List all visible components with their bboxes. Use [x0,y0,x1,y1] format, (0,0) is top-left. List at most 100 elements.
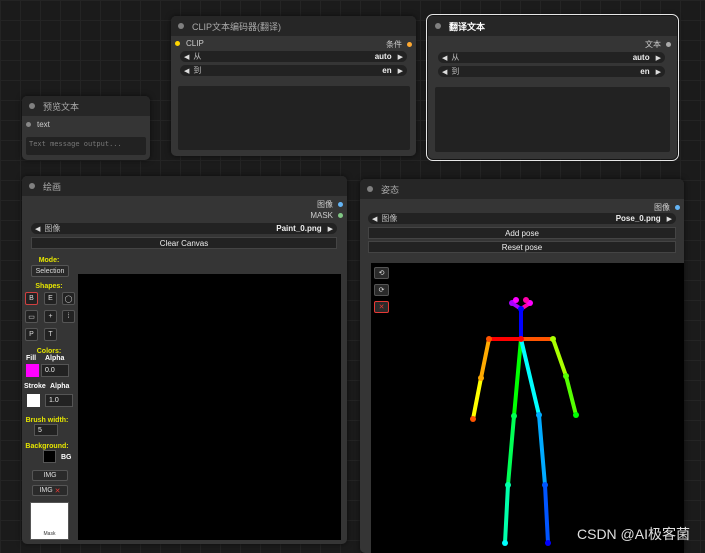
mode-label: Mode: [38,257,60,264]
node-title-bar[interactable]: 姿态 [360,179,684,199]
alpha-label: Alpha [45,355,65,362]
node-title-bar[interactable]: CLIP文本编码器(翻译) [171,16,416,36]
forearm-left [564,374,578,417]
input-socket[interactable] [175,41,180,46]
forearm-right [471,376,483,421]
arrow-left-icon[interactable]: ◀ [442,68,447,76]
stroke-label: Stroke [24,383,46,390]
preview-text-node[interactable]: 预览文本 text Text message output... [22,96,150,160]
translate-text-node[interactable]: 翻译文本 文本 ◀ 从 auto ▶ ◀ 到 en ▶ [426,14,679,161]
arrow-right-icon[interactable]: ▶ [667,215,672,223]
eraser-tool-button[interactable]: E [44,292,57,305]
circle-tool-button[interactable]: ◯ [62,292,75,305]
node-title-bar[interactable]: 预览文本 [22,96,150,116]
output-socket[interactable] [338,202,343,207]
stroke-alpha-input[interactable]: 1.0 [45,394,73,407]
text-input-slot[interactable]: text [26,120,50,129]
fill-color-swatch[interactable] [26,364,39,377]
conditioning-output-slot[interactable]: 条件 [386,39,412,50]
output-label: 条件 [386,40,402,49]
output-textarea[interactable]: Text message output... [26,137,146,155]
image-output-slot[interactable]: 图像 [654,202,680,213]
clip-translate-node[interactable]: CLIP文本编码器(翻译) CLIP 条件 ◀ 从 auto ▶ ◀ 到 en ▶ [171,16,416,156]
line-tool-button[interactable]: ⁞ [62,310,75,323]
node-title-bar[interactable]: 翻译文本 [428,16,677,36]
pencil-tool-button[interactable]: P [25,328,38,341]
stroke-color-swatch[interactable] [27,394,40,407]
collapse-dot[interactable] [178,23,184,29]
arrow-left-icon[interactable]: ◀ [372,215,377,223]
reset-pose-button[interactable]: Reset pose [368,241,676,253]
input-label: CLIP [186,39,204,48]
arrow-left-icon[interactable]: ◀ [35,225,40,233]
paint-node[interactable]: 绘画 图像 MASK ◀ 图像 Paint_0.png ▶ Clear Canvas … [22,176,347,544]
arrow-left-icon[interactable]: ◀ [184,53,189,61]
prompt-textarea[interactable] [178,86,410,150]
arrow-right-icon[interactable]: ▶ [656,54,661,62]
from-language-select[interactable]: ◀ 从 auto ▶ [180,51,407,62]
joint-ankle-left[interactable] [545,540,551,546]
arrow-left-icon[interactable]: ◀ [442,54,447,62]
output-socket[interactable] [407,42,412,47]
text-output-slot[interactable]: 文本 [645,39,671,50]
clear-canvas-button[interactable]: Clear Canvas [31,237,337,249]
node-title-bar[interactable]: 绘画 [22,176,347,196]
to-language-select[interactable]: ◀ 到 en ▶ [438,66,665,77]
from-language-select[interactable]: ◀ 从 auto ▶ [438,52,665,63]
fill-label: Fill [26,355,37,362]
add-pose-button[interactable]: Add pose [368,227,676,239]
mask-output-slot[interactable]: MASK [310,211,343,220]
image-output-slot[interactable]: 图像 [317,199,343,210]
selection-mode-button[interactable]: Selection [31,265,69,277]
joint-wrist-right[interactable] [470,416,476,422]
joint-elbow-right[interactable] [478,375,484,381]
collapse-dot[interactable] [29,183,35,189]
watermark-text: CSDN @AI极客菌 [577,526,690,542]
joint-ankle-right[interactable] [502,540,508,546]
arrow-left-icon[interactable]: ◀ [184,67,189,75]
joint-shoulder-right[interactable] [486,336,492,342]
collapse-dot[interactable] [29,103,35,109]
pose-node[interactable]: 姿态 图像 ◀ 图像 Pose_0.png ▶ Add pose Reset pose… [360,179,684,553]
arrow-right-icon[interactable]: ▶ [398,53,403,61]
joint-neck[interactable] [518,336,524,342]
image-select[interactable]: ◀ 图像 Paint_0.png ▶ [31,223,337,234]
thigh-right [506,414,516,487]
joint-shoulder-left[interactable] [550,336,556,342]
brush-tool-button[interactable]: B [25,292,38,305]
arrow-right-icon[interactable]: ▶ [328,225,333,233]
input-socket[interactable] [26,122,31,127]
collapse-dot[interactable] [367,186,373,192]
joint-hip-left[interactable] [536,412,542,418]
node-title: 绘画 [43,181,62,192]
arrow-right-icon[interactable]: ▶ [398,67,403,75]
collapse-dot[interactable] [435,23,441,29]
plus-tool-button[interactable]: + [44,310,57,323]
brush-width-input[interactable]: 5 [34,424,58,436]
joint-knee-left[interactable] [542,482,548,488]
image-select[interactable]: ◀ 图像 Pose_0.png ▶ [368,213,676,224]
output-socket[interactable] [338,213,343,218]
arrow-right-icon[interactable]: ▶ [656,68,661,76]
joint-ear-right[interactable] [513,297,519,303]
joint-knee-right[interactable] [505,482,511,488]
joint-elbow-left[interactable] [563,373,569,379]
text-textarea[interactable] [435,87,670,152]
load-image-button[interactable]: IMG [32,470,68,481]
joint-ear-left[interactable] [523,297,529,303]
pose-canvas[interactable]: ⟲ ⟳ ✕ [371,263,684,553]
pose-skeleton[interactable] [371,263,684,553]
text-tool-button[interactable]: T [44,328,57,341]
joint-hip-right[interactable] [511,413,517,419]
output-socket[interactable] [666,42,671,47]
joint-nose[interactable] [518,306,524,312]
to-language-select[interactable]: ◀ 到 en ▶ [180,65,407,76]
paint-canvas[interactable] [78,274,341,540]
joint-wrist-left[interactable] [573,412,579,418]
output-socket[interactable] [675,205,680,210]
clip-input-slot[interactable]: CLIP [175,39,204,48]
rectangle-tool-button[interactable]: ▭ [25,310,38,323]
fill-alpha-input[interactable]: 0.0 [41,364,69,377]
background-color-swatch[interactable] [43,450,56,463]
remove-image-button[interactable]: IMG ✕ [32,485,68,496]
